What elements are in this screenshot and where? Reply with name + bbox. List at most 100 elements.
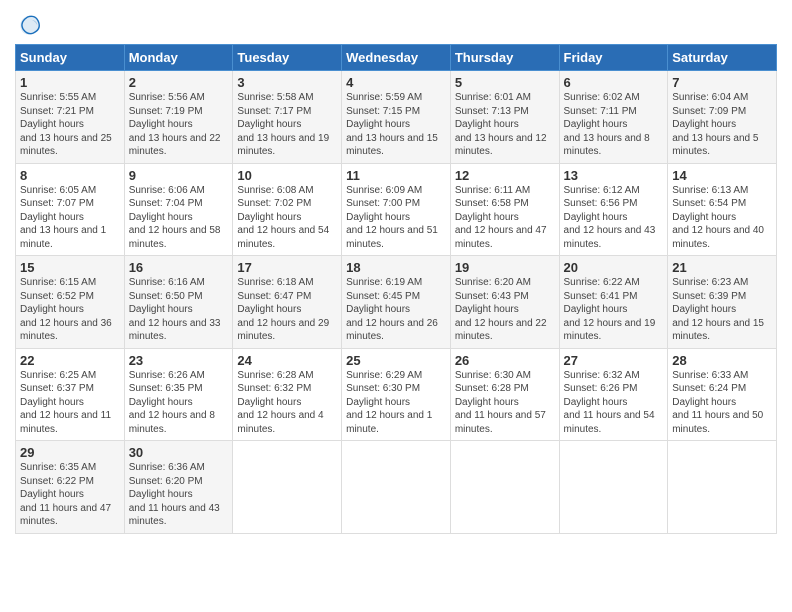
cell-daylight-value: and 12 hours and 19 minutes. (564, 318, 656, 343)
cell-daylight-label: Daylight hours (237, 304, 301, 315)
week-row-1: 1 Sunrise: 5:55 AM Sunset: 7:21 PM Dayli… (16, 71, 777, 164)
calendar-cell: 14 Sunrise: 6:13 AM Sunset: 6:54 PM Dayl… (668, 163, 777, 256)
day-number: 7 (672, 75, 772, 90)
day-number: 16 (129, 260, 229, 275)
cell-sunset: Sunset: 6:22 PM (20, 476, 94, 487)
cell-sunrise: Sunrise: 6:32 AM (564, 370, 640, 381)
cell-sunrise: Sunrise: 6:20 AM (455, 277, 531, 288)
cell-daylight-value: and 12 hours and 51 minutes. (346, 225, 438, 250)
header-saturday: Saturday (668, 45, 777, 71)
calendar-cell (450, 441, 559, 534)
cell-daylight-label: Daylight hours (20, 397, 84, 408)
cell-sunrise: Sunrise: 5:55 AM (20, 92, 96, 103)
calendar-cell: 16 Sunrise: 6:16 AM Sunset: 6:50 PM Dayl… (124, 256, 233, 349)
cell-daylight-label: Daylight hours (564, 119, 628, 130)
cell-sunset: Sunset: 7:02 PM (237, 198, 311, 209)
calendar-cell: 2 Sunrise: 5:56 AM Sunset: 7:19 PM Dayli… (124, 71, 233, 164)
cell-sunset: Sunset: 6:35 PM (129, 383, 203, 394)
calendar-cell: 21 Sunrise: 6:23 AM Sunset: 6:39 PM Dayl… (668, 256, 777, 349)
day-number: 10 (237, 168, 337, 183)
cell-sunrise: Sunrise: 6:01 AM (455, 92, 531, 103)
calendar-cell: 25 Sunrise: 6:29 AM Sunset: 6:30 PM Dayl… (342, 348, 451, 441)
cell-sunset: Sunset: 6:47 PM (237, 291, 311, 302)
cell-sunset: Sunset: 6:37 PM (20, 383, 94, 394)
cell-daylight-label: Daylight hours (129, 119, 193, 130)
cell-sunset: Sunset: 6:20 PM (129, 476, 203, 487)
cell-daylight-label: Daylight hours (564, 397, 628, 408)
cell-sunrise: Sunrise: 6:05 AM (20, 185, 96, 196)
cell-daylight-value: and 13 hours and 12 minutes. (455, 133, 547, 158)
logo (15, 10, 47, 38)
cell-daylight-value: and 13 hours and 1 minute. (20, 225, 106, 250)
cell-sunrise: Sunrise: 6:35 AM (20, 462, 96, 473)
cell-sunrise: Sunrise: 6:26 AM (129, 370, 205, 381)
cell-sunrise: Sunrise: 6:15 AM (20, 277, 96, 288)
cell-sunset: Sunset: 6:41 PM (564, 291, 638, 302)
cell-sunrise: Sunrise: 6:30 AM (455, 370, 531, 381)
cell-daylight-value: and 12 hours and 33 minutes. (129, 318, 221, 343)
cell-daylight-value: and 13 hours and 15 minutes. (346, 133, 438, 158)
cell-daylight-label: Daylight hours (237, 397, 301, 408)
cell-sunset: Sunset: 6:58 PM (455, 198, 529, 209)
calendar-cell: 8 Sunrise: 6:05 AM Sunset: 7:07 PM Dayli… (16, 163, 125, 256)
cell-sunrise: Sunrise: 6:11 AM (455, 185, 530, 196)
cell-sunset: Sunset: 6:28 PM (455, 383, 529, 394)
calendar-cell: 23 Sunrise: 6:26 AM Sunset: 6:35 PM Dayl… (124, 348, 233, 441)
day-number: 17 (237, 260, 337, 275)
cell-sunset: Sunset: 7:17 PM (237, 106, 311, 117)
calendar-cell: 9 Sunrise: 6:06 AM Sunset: 7:04 PM Dayli… (124, 163, 233, 256)
calendar-cell: 20 Sunrise: 6:22 AM Sunset: 6:41 PM Dayl… (559, 256, 668, 349)
cell-daylight-value: and 13 hours and 22 minutes. (129, 133, 221, 158)
cell-sunset: Sunset: 6:26 PM (564, 383, 638, 394)
cell-sunrise: Sunrise: 6:09 AM (346, 185, 422, 196)
cell-daylight-label: Daylight hours (455, 397, 519, 408)
logo-icon (15, 10, 43, 38)
cell-sunset: Sunset: 7:04 PM (129, 198, 203, 209)
day-number: 26 (455, 353, 555, 368)
header-thursday: Thursday (450, 45, 559, 71)
cell-daylight-value: and 13 hours and 5 minutes. (672, 133, 758, 158)
day-number: 29 (20, 445, 120, 460)
cell-daylight-value: and 12 hours and 58 minutes. (129, 225, 221, 250)
calendar-cell (668, 441, 777, 534)
day-number: 27 (564, 353, 664, 368)
cell-sunset: Sunset: 7:00 PM (346, 198, 420, 209)
cell-sunset: Sunset: 6:24 PM (672, 383, 746, 394)
cell-daylight-value: and 12 hours and 15 minutes. (672, 318, 764, 343)
calendar-cell: 4 Sunrise: 5:59 AM Sunset: 7:15 PM Dayli… (342, 71, 451, 164)
week-row-4: 22 Sunrise: 6:25 AM Sunset: 6:37 PM Dayl… (16, 348, 777, 441)
calendar-cell: 18 Sunrise: 6:19 AM Sunset: 6:45 PM Dayl… (342, 256, 451, 349)
cell-sunset: Sunset: 7:19 PM (129, 106, 203, 117)
day-number: 3 (237, 75, 337, 90)
cell-sunset: Sunset: 6:50 PM (129, 291, 203, 302)
cell-daylight-label: Daylight hours (346, 304, 410, 315)
header-sunday: Sunday (16, 45, 125, 71)
cell-daylight-value: and 13 hours and 8 minutes. (564, 133, 650, 158)
cell-daylight-value: and 11 hours and 47 minutes. (20, 503, 111, 528)
weekday-header-row: Sunday Monday Tuesday Wednesday Thursday… (16, 45, 777, 71)
day-number: 19 (455, 260, 555, 275)
calendar-container: Sunday Monday Tuesday Wednesday Thursday… (0, 0, 792, 544)
cell-daylight-value: and 12 hours and 26 minutes. (346, 318, 438, 343)
cell-sunset: Sunset: 7:11 PM (564, 106, 637, 117)
cell-sunset: Sunset: 6:45 PM (346, 291, 420, 302)
cell-daylight-value: and 11 hours and 54 minutes. (564, 410, 655, 435)
calendar-table: Sunday Monday Tuesday Wednesday Thursday… (15, 44, 777, 534)
cell-daylight-label: Daylight hours (455, 212, 519, 223)
cell-sunset: Sunset: 7:21 PM (20, 106, 94, 117)
cell-sunrise: Sunrise: 6:13 AM (672, 185, 748, 196)
day-number: 1 (20, 75, 120, 90)
cell-sunrise: Sunrise: 6:29 AM (346, 370, 422, 381)
day-number: 9 (129, 168, 229, 183)
calendar-cell: 19 Sunrise: 6:20 AM Sunset: 6:43 PM Dayl… (450, 256, 559, 349)
calendar-cell: 5 Sunrise: 6:01 AM Sunset: 7:13 PM Dayli… (450, 71, 559, 164)
calendar-cell (342, 441, 451, 534)
calendar-cell: 3 Sunrise: 5:58 AM Sunset: 7:17 PM Dayli… (233, 71, 342, 164)
cell-daylight-label: Daylight hours (346, 212, 410, 223)
header-wednesday: Wednesday (342, 45, 451, 71)
cell-daylight-value: and 12 hours and 22 minutes. (455, 318, 547, 343)
cell-daylight-label: Daylight hours (672, 212, 736, 223)
calendar-cell: 11 Sunrise: 6:09 AM Sunset: 7:00 PM Dayl… (342, 163, 451, 256)
cell-daylight-label: Daylight hours (564, 304, 628, 315)
cell-daylight-label: Daylight hours (672, 397, 736, 408)
